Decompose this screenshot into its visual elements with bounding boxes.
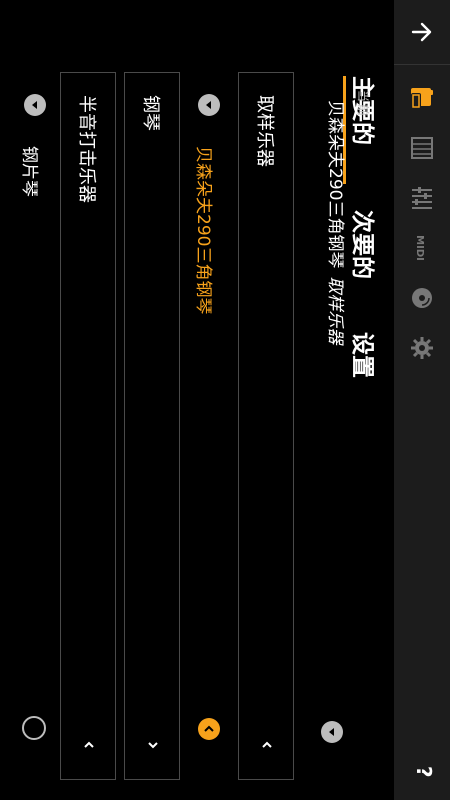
toolbar: MIDI — [394, 0, 450, 800]
keyboard-icon — [411, 137, 433, 159]
collapse-toggle-button[interactable] — [198, 94, 220, 116]
category-label: 钢琴 — [140, 95, 161, 131]
gear-icon — [411, 337, 433, 359]
help-button[interactable]: ? — [412, 766, 436, 778]
collapse-toggle-button[interactable] — [24, 94, 46, 116]
arrow-up-icon — [411, 22, 432, 42]
tab-settings[interactable]: 设置 — [348, 332, 382, 378]
category-label: 取样乐器 — [254, 95, 275, 167]
screen: { "nav": { "up_icon": "arrow-up-icon", "… — [0, 0, 450, 800]
sub-item[interactable]: 钢片琴 — [19, 146, 44, 197]
back-button[interactable] — [394, 0, 450, 65]
mixer-icon — [412, 187, 432, 209]
instrument-selected-icon — [411, 88, 433, 109]
settings-button[interactable] — [394, 324, 450, 372]
chevron-icon — [204, 725, 214, 732]
unselected-radio[interactable] — [22, 716, 46, 740]
category-label: 半音打击乐器 — [76, 95, 97, 203]
midi-icon: MIDI — [414, 235, 425, 261]
keyboard-button[interactable] — [394, 124, 450, 172]
selected-indicator[interactable] — [198, 718, 220, 740]
category-row-sampled[interactable]: 取样乐器 — [238, 72, 294, 780]
instrument-selected-button[interactable] — [394, 74, 450, 122]
current-instrument-name: 贝森朵夫290三角钢琴 — [325, 100, 345, 269]
collapse-toggle-icon — [32, 101, 37, 109]
sub-item-selected[interactable]: 贝森朵夫290三角钢琴 — [193, 146, 218, 314]
category-row-piano[interactable]: 钢琴 — [124, 72, 180, 780]
current-instrument-type: 取样乐器 — [325, 276, 345, 345]
disc-button[interactable] — [394, 274, 450, 322]
disc-icon — [412, 288, 432, 308]
current-label: 当前 — [356, 90, 370, 119]
svg-text:MIDI: MIDI — [414, 235, 425, 261]
collapse-toggle-icon — [206, 101, 211, 109]
app-surface: MIDI ? 主要的 次要的 设置 当前 贝森朵夫290三角钢琴取样乐器 取样乐… — [0, 0, 450, 800]
chevron-icon — [141, 733, 165, 757]
chevron-icon — [77, 733, 101, 757]
tab-secondary[interactable]: 次要的 — [348, 210, 382, 279]
mixer-button[interactable] — [394, 174, 450, 222]
midi-button[interactable]: MIDI — [394, 224, 450, 272]
current-instrument: 贝森朵夫290三角钢琴取样乐器 — [325, 100, 350, 344]
category-row-chromatic-percussion[interactable]: 半音打击乐器 — [60, 72, 116, 780]
chevron-icon — [255, 733, 279, 757]
expand-toggle-icon — [329, 728, 334, 736]
expand-toggle-button[interactable] — [321, 721, 343, 743]
